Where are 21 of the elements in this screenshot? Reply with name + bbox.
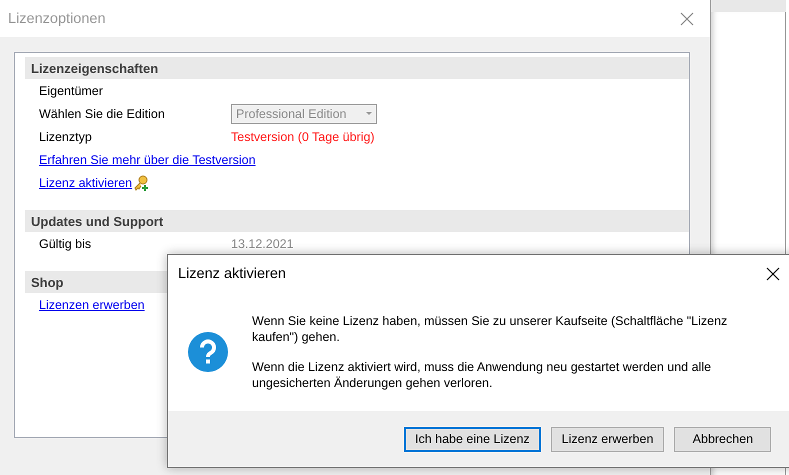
dialog-button[interactable]: Abbrechen: [674, 426, 772, 452]
field-label: Wählen Sie die Edition: [39, 106, 166, 120]
close-icon[interactable]: [766, 267, 780, 281]
field-value: 13.12.2021: [231, 236, 294, 250]
window-title: Lizenzoptionen: [8, 10, 106, 26]
field-value: Testversion (0 Tage übrig): [231, 130, 375, 144]
link[interactable]: Lizenz aktivieren: [39, 176, 132, 190]
message-text: Wenn Sie keine Lizenz haben, müssen Sie zu unserer Kaufseite (Schaltfläche "Lizenz kaufen") gehen.: [252, 313, 728, 345]
dialog-button[interactable]: Ich habe eine Lizenz: [404, 426, 541, 452]
dialog-button[interactable]: Lizenz erwerben: [550, 426, 664, 452]
section-header: Lizenzeigenschaften: [25, 57, 689, 79]
key-icon: [133, 174, 150, 190]
link[interactable]: Lizenzen erwerben: [39, 298, 145, 312]
link[interactable]: Erfahren Sie mehr über die Testversion: [39, 152, 256, 166]
caret-icon: [366, 112, 372, 116]
field-label: Eigentümer: [39, 84, 104, 98]
question-icon: [188, 332, 228, 372]
field-label: Lizenztyp: [39, 130, 93, 144]
message-text: Wenn die Lizenz aktiviert wird, muss die Anwendung neu gestartet werden und alle ungesicherten Änderungen gehen verloren.: [252, 359, 712, 391]
field-label: Gültig bis: [39, 236, 92, 250]
section-header: Updates und Support: [25, 210, 689, 232]
